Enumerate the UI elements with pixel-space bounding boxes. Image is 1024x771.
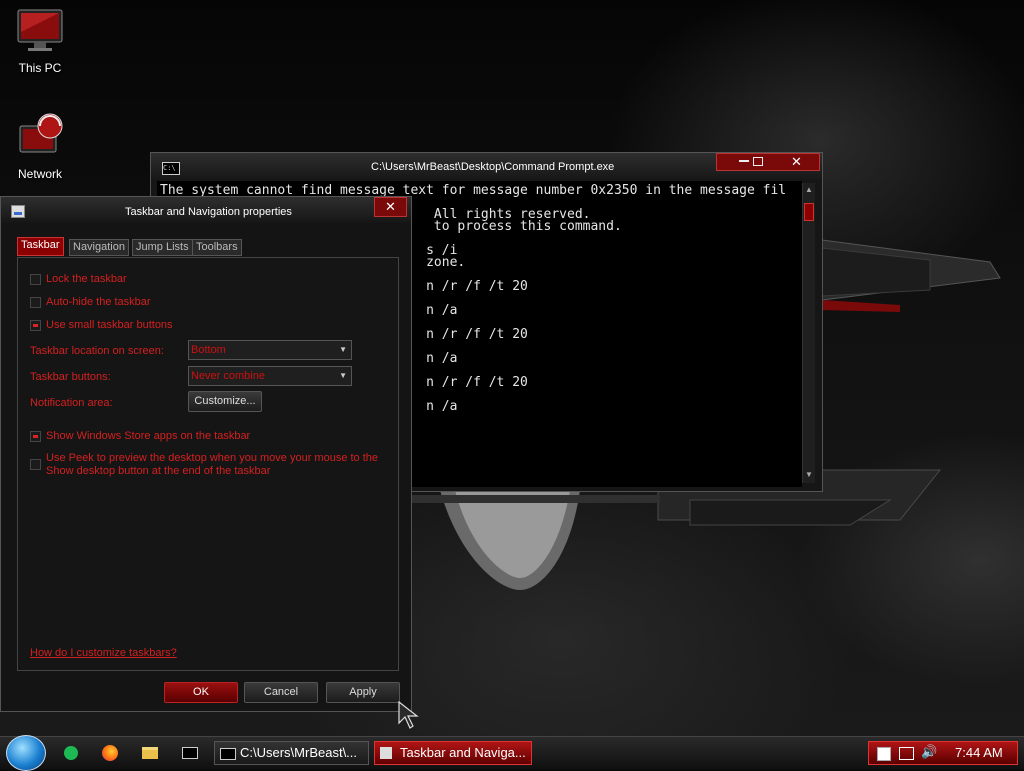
properties-title: Taskbar and Navigation properties <box>125 206 292 218</box>
taskbar-buttons-dropdown[interactable]: Never combine ▼ <box>188 366 352 386</box>
apply-button[interactable]: Apply <box>326 682 400 703</box>
cmd-app-icon: C:\ <box>162 162 180 175</box>
auto-hide-checkbox[interactable] <box>30 297 41 308</box>
firefox-icon[interactable] <box>102 745 118 761</box>
mouse-cursor-icon <box>398 701 419 729</box>
minimize-button[interactable] <box>739 160 749 162</box>
scroll-up-icon[interactable]: ▲ <box>805 185 813 194</box>
location-dropdown[interactable]: Bottom ▼ <box>188 340 352 360</box>
action-center-icon[interactable] <box>877 747 891 761</box>
customize-button[interactable]: Customize... <box>188 391 262 412</box>
cmd-title: C:\Users\MrBeast\Desktop\Command Prompt.… <box>371 161 615 173</box>
taskbar-item-properties[interactable]: Taskbar and Naviga... <box>374 741 532 765</box>
store-apps-checkbox[interactable] <box>30 431 41 442</box>
computer-icon <box>17 9 63 51</box>
small-buttons-checkbox[interactable] <box>30 320 41 331</box>
taskbar-settings-icon <box>380 747 392 759</box>
peek-label-line2: Show desktop button at the end of the ta… <box>46 465 271 477</box>
small-buttons-option[interactable]: Use small taskbar buttons <box>30 319 390 333</box>
tab-panel: Lock the taskbar Auto-hide the taskbar U… <box>17 257 399 671</box>
close-button[interactable]: ✕ <box>791 154 802 170</box>
desktop-icon-this-pc[interactable]: This PC <box>0 8 80 75</box>
maximize-button[interactable] <box>753 157 763 166</box>
lock-taskbar-label: Lock the taskbar <box>46 273 127 285</box>
scroll-down-icon[interactable]: ▼ <box>805 470 813 479</box>
notification-label: Notification area: <box>30 397 113 409</box>
tab-navigation[interactable]: Navigation <box>69 239 129 256</box>
taskbar-buttons-value: Never combine <box>191 370 265 382</box>
location-value: Bottom <box>191 344 226 356</box>
chevron-down-icon: ▼ <box>339 371 347 380</box>
store-apps-option[interactable]: Show Windows Store apps on the taskbar <box>30 430 390 444</box>
properties-titlebar[interactable]: Taskbar and Navigation properties ✕ <box>1 197 411 223</box>
lock-taskbar-option[interactable]: Lock the taskbar <box>30 273 390 287</box>
cmd-titlebar[interactable]: C:\ C:\Users\MrBeast\Desktop\Command Pro… <box>151 153 822 181</box>
system-tray: 🔊 7:44 AM <box>868 741 1018 765</box>
tab-strip: Taskbar Navigation Jump Lists Toolbars <box>17 237 397 257</box>
clock[interactable]: 7:44 AM <box>955 742 1003 764</box>
lock-taskbar-checkbox[interactable] <box>30 274 41 285</box>
taskbar-settings-icon <box>11 205 25 218</box>
window-controls: ✕ <box>716 153 820 171</box>
ok-button[interactable]: OK <box>164 682 238 703</box>
chevron-down-icon: ▼ <box>339 345 347 354</box>
tab-taskbar[interactable]: Taskbar <box>17 237 64 256</box>
store-apps-label: Show Windows Store apps on the taskbar <box>46 430 251 442</box>
taskbar-item-cmd[interactable]: C:\Users\MrBeast\... <box>214 741 369 765</box>
taskbar-item-label: C:\Users\MrBeast\... <box>240 745 358 760</box>
peek-option[interactable]: Use Peek to preview the desktop when you… <box>30 452 390 480</box>
desktop-icon-label: Network <box>17 167 62 181</box>
properties-window: Taskbar and Navigation properties ✕ Task… <box>0 196 412 712</box>
network-status-icon[interactable] <box>899 747 914 760</box>
help-link[interactable]: How do I customize taskbars? <box>30 647 177 659</box>
spotify-icon[interactable] <box>64 746 78 760</box>
start-button[interactable] <box>6 735 46 771</box>
volume-icon[interactable]: 🔊 <box>921 744 937 760</box>
command-prompt-icon <box>220 748 236 760</box>
command-prompt-icon[interactable] <box>182 747 198 759</box>
location-label: Taskbar location on screen: <box>30 345 164 357</box>
file-explorer-icon[interactable] <box>142 747 158 759</box>
network-icon <box>19 113 63 153</box>
cancel-button[interactable]: Cancel <box>244 682 318 703</box>
scrollbar-thumb[interactable] <box>804 203 814 221</box>
peek-label-line1: Use Peek to preview the desktop when you… <box>46 452 379 464</box>
auto-hide-label: Auto-hide the taskbar <box>46 296 151 308</box>
tab-jump-lists[interactable]: Jump Lists <box>132 239 193 256</box>
desktop-icon-label: This PC <box>18 61 62 75</box>
tab-toolbars[interactable]: Toolbars <box>192 239 242 256</box>
cmd-scrollbar[interactable]: ▲ ▼ <box>802 183 815 483</box>
auto-hide-option[interactable]: Auto-hide the taskbar <box>30 296 390 310</box>
taskbar-buttons-label: Taskbar buttons: <box>30 371 111 383</box>
peek-checkbox[interactable] <box>30 459 41 470</box>
desktop-icon-network[interactable]: Network <box>0 112 80 181</box>
taskbar-item-label: Taskbar and Naviga... <box>400 745 526 760</box>
small-buttons-label: Use small taskbar buttons <box>46 319 173 331</box>
taskbar: C:\Users\MrBeast\... Taskbar and Naviga.… <box>0 735 1024 771</box>
close-button[interactable]: ✕ <box>374 197 407 217</box>
